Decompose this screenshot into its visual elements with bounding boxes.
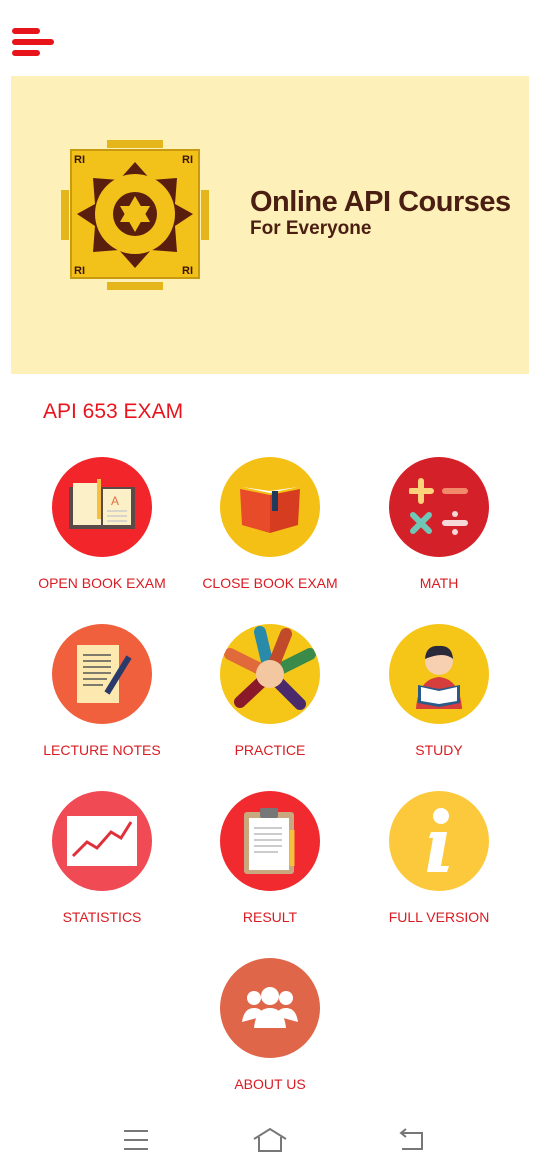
info-icon: [389, 791, 489, 891]
system-nav-bar: [0, 1115, 540, 1170]
tile-about-us[interactable]: ABOUT US: [185, 958, 355, 1092]
group-users-icon: [220, 958, 320, 1058]
math-operators-icon: [389, 457, 489, 557]
tile-label: PRACTICE: [234, 742, 306, 758]
svg-text:RI: RI: [182, 154, 193, 166]
tile-close-book-exam[interactable]: CLOSE BOOK EXAM: [185, 457, 355, 591]
recent-apps-icon[interactable]: [116, 1125, 156, 1155]
tile-label: CLOSE BOOK EXAM: [202, 575, 338, 591]
banner-title: Online API Courses: [250, 186, 511, 218]
student-reading-icon: [389, 624, 489, 724]
svg-text:A: A: [111, 494, 119, 508]
team-hands-icon: [220, 624, 320, 724]
tile-label: RESULT: [242, 909, 298, 925]
tile-math[interactable]: MATH: [354, 457, 524, 591]
tile-label: STATISTICS: [62, 909, 142, 925]
yantra-logo: RI RI RI RI: [61, 140, 209, 290]
tile-lecture-notes[interactable]: LECTURE NOTES: [17, 624, 187, 758]
open-book-icon: A: [52, 457, 152, 557]
tile-practice[interactable]: PRACTICE: [185, 624, 355, 758]
notes-pencil-icon: [52, 624, 152, 724]
svg-text:RI: RI: [74, 265, 85, 277]
page-title: API 653 EXAM: [43, 400, 184, 423]
line-chart-icon: [52, 791, 152, 891]
tile-label: FULL VERSION: [388, 909, 490, 925]
hamburger-menu-icon[interactable]: [12, 28, 56, 60]
tile-label: ABOUT US: [234, 1076, 306, 1092]
svg-text:RI: RI: [182, 265, 193, 277]
clipboard-icon: [220, 791, 320, 891]
home-icon[interactable]: [250, 1125, 290, 1155]
back-icon[interactable]: [392, 1125, 432, 1155]
svg-text:RI: RI: [74, 154, 85, 166]
tile-label: LECTURE NOTES: [43, 742, 161, 758]
tile-label: OPEN BOOK EXAM: [38, 575, 166, 591]
closed-book-icon: [220, 457, 320, 557]
banner-subtitle: For Everyone: [250, 218, 372, 239]
tile-result[interactable]: RESULT: [185, 791, 355, 925]
tile-full-version[interactable]: FULL VERSION: [354, 791, 524, 925]
tile-statistics[interactable]: STATISTICS: [17, 791, 187, 925]
tile-open-book-exam[interactable]: A OPEN BOOK EXAM: [17, 457, 187, 591]
tile-label: STUDY: [415, 742, 463, 758]
tile-label: MATH: [419, 575, 459, 591]
tile-study[interactable]: STUDY: [354, 624, 524, 758]
